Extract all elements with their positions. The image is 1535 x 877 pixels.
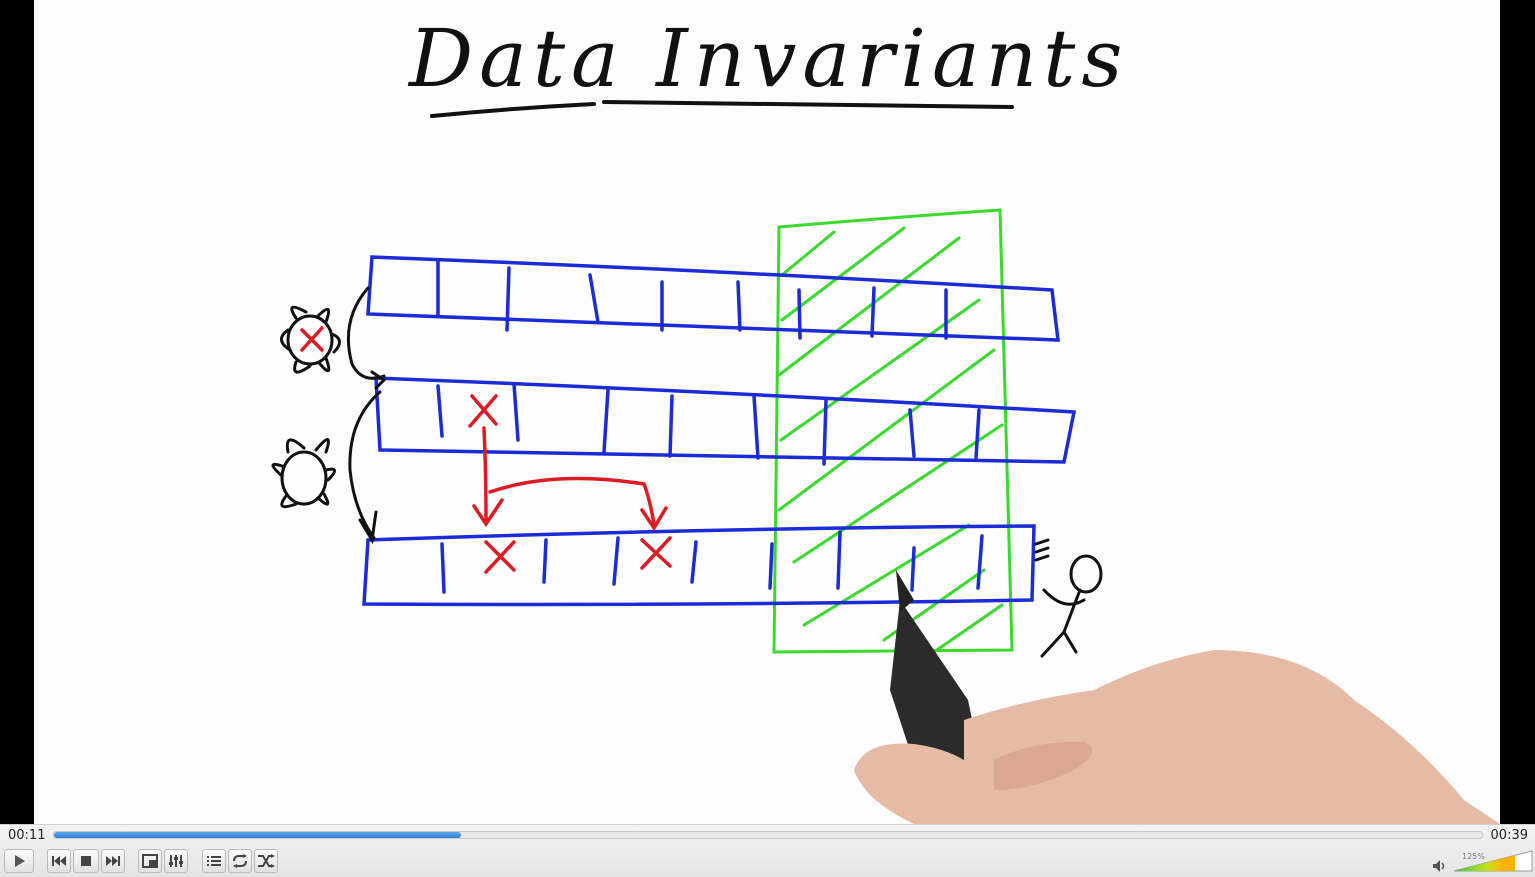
whiteboard-drawing: [271, 100, 1500, 824]
shuffle-icon: [258, 854, 275, 868]
play-button[interactable]: [4, 849, 34, 873]
next-icon: [106, 856, 120, 866]
presenter-hand: [854, 570, 1500, 824]
player-controls: 00:11 00:39 125%: [0, 824, 1535, 877]
loop-button[interactable]: [228, 849, 252, 873]
video-area[interactable]: Data Invariants: [0, 0, 1535, 824]
current-time: 00:11: [8, 828, 46, 843]
stop-icon: [81, 856, 91, 866]
video-frame: Data Invariants: [34, 0, 1500, 824]
playlist-icon: [207, 856, 221, 866]
title-underline-left: [430, 102, 596, 118]
total-time: 00:39: [1490, 828, 1528, 843]
next-button[interactable]: [101, 849, 125, 873]
loop-icon: [233, 854, 247, 868]
stop-button[interactable]: [73, 849, 99, 873]
extended-settings-icon: [169, 855, 183, 867]
title-underline-right: [602, 100, 1014, 109]
seek-bar[interactable]: [53, 831, 1483, 839]
previous-icon: [52, 856, 66, 866]
playlist-button[interactable]: [202, 849, 226, 873]
play-icon: [15, 855, 25, 867]
extended-settings-button[interactable]: [164, 849, 188, 873]
fullscreen-button[interactable]: [138, 849, 162, 873]
mute-button[interactable]: [1432, 858, 1448, 877]
volume-slider[interactable]: [1453, 850, 1533, 872]
previous-button[interactable]: [47, 849, 71, 873]
fullscreen-icon: [142, 854, 158, 868]
seek-progress: [54, 832, 461, 838]
speaker-icon: [1433, 860, 1445, 872]
shuffle-button[interactable]: [254, 849, 278, 873]
